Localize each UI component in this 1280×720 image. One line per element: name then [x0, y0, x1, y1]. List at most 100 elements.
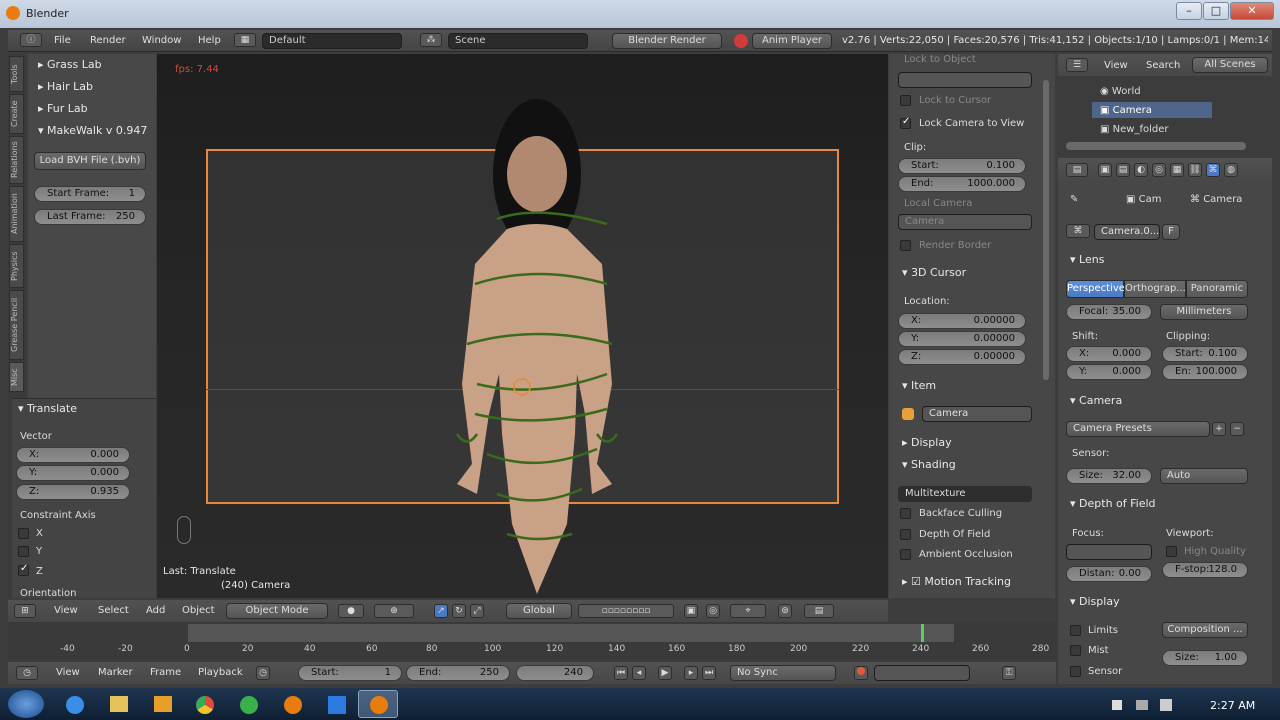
keying-set-field[interactable]: [874, 665, 970, 681]
outliner-editor-icon[interactable]: ☰: [1066, 58, 1088, 72]
orientation-select[interactable]: Global: [506, 603, 572, 619]
cursor-y-field[interactable]: Y: 0.00000: [898, 331, 1026, 347]
tray-icon[interactable]: [1112, 700, 1122, 710]
insert-key-icon[interactable]: ⚿: [1002, 666, 1016, 680]
sensor-checkbox[interactable]: [1070, 666, 1081, 677]
properties-editor-icon[interactable]: ▤: [1066, 163, 1088, 177]
high-quality-checkbox[interactable]: [1166, 546, 1177, 557]
tab-animation[interactable]: Animation: [9, 186, 24, 242]
scene-icon[interactable]: ⁂: [420, 33, 442, 47]
manipulator-icon[interactable]: ↗: [434, 604, 448, 618]
explorer-taskbar-icon[interactable]: [110, 696, 128, 712]
world-tab-icon[interactable]: ◎: [1152, 163, 1166, 177]
auto-key-icon[interactable]: [854, 666, 868, 680]
anim-player-button[interactable]: Anim Player: [752, 33, 832, 49]
prev-key-icon[interactable]: ◂: [632, 666, 646, 680]
clip-start-field[interactable]: Start: 0.100: [898, 158, 1026, 174]
jump-end-icon[interactable]: ⏭: [702, 666, 716, 680]
focus-distance-field[interactable]: Distan: 0.00: [1066, 566, 1152, 582]
fstop-field[interactable]: F-stop: 128.0: [1162, 562, 1248, 578]
dof-panel[interactable]: ▾ Depth of Field: [1070, 497, 1156, 510]
preview-range-icon[interactable]: ◷: [256, 666, 270, 680]
mist-checkbox[interactable]: [1070, 645, 1081, 656]
menu-object[interactable]: Object: [182, 605, 215, 616]
tab-grease-pencil[interactable]: Grease Pencil: [9, 290, 24, 360]
breadcrumb-camera[interactable]: ⌘ Camera: [1190, 194, 1242, 205]
sync-mode-select[interactable]: No Sync: [730, 665, 836, 681]
operator-title[interactable]: ▾ Translate: [18, 402, 77, 415]
shift-y-field[interactable]: Y: 0.000: [1066, 364, 1152, 380]
lock-camera-checkbox[interactable]: [900, 116, 911, 129]
proportional-icon[interactable]: ⊚: [778, 604, 792, 618]
vector-y-field[interactable]: Y: 0.000: [16, 465, 130, 481]
ie-taskbar-icon[interactable]: [66, 696, 84, 714]
pivot-icon[interactable]: ⊕: [374, 604, 414, 618]
start-button[interactable]: [8, 690, 44, 718]
physics-tab-icon[interactable]: ◍: [1224, 163, 1238, 177]
layers-grid[interactable]: ▫▫▫▫▫▫▫▫: [578, 604, 674, 618]
timeline-menu-marker[interactable]: Marker: [98, 667, 133, 678]
limits-checkbox[interactable]: [1070, 625, 1081, 636]
render-tab-icon[interactable]: ▣: [1098, 163, 1112, 177]
menu-add[interactable]: Add: [146, 605, 165, 616]
load-bvh-button[interactable]: Load BVH File (.bvh): [34, 152, 146, 170]
tab-create[interactable]: Create: [9, 94, 24, 134]
breadcrumb-object[interactable]: ▣ Cam: [1126, 194, 1162, 205]
view3d-editor-icon[interactable]: ⊞: [14, 604, 36, 618]
remove-preset-icon[interactable]: −: [1230, 422, 1244, 436]
rotate-icon[interactable]: ↻: [452, 604, 466, 618]
outliner-scope-select[interactable]: All Scenes: [1192, 57, 1268, 73]
menu-select[interactable]: Select: [98, 605, 129, 616]
panel-grass-lab[interactable]: ▸ Grass Lab: [38, 58, 102, 71]
shading-mode-select[interactable]: Multitexture: [898, 486, 1032, 502]
backface-culling-checkbox[interactable]: [900, 508, 911, 519]
depth-of-field-checkbox[interactable]: [900, 529, 911, 540]
composition-guides-select[interactable]: Composition ...: [1162, 622, 1248, 638]
constraint-x-checkbox[interactable]: [18, 528, 29, 539]
frame-start-field[interactable]: Start: 1: [298, 665, 402, 681]
media-taskbar-icon[interactable]: [154, 696, 172, 712]
tab-physics[interactable]: Physics: [9, 244, 24, 288]
shift-x-field[interactable]: X: 0.000: [1066, 346, 1152, 362]
camera-display-panel[interactable]: ▾ Display: [1070, 595, 1120, 608]
render-preview-icon[interactable]: ▤: [804, 604, 834, 618]
frame-end-field[interactable]: End: 250: [406, 665, 510, 681]
focus-object-field[interactable]: [1066, 544, 1152, 560]
lens-panel[interactable]: ▾ Lens: [1070, 253, 1104, 266]
outliner-menu-view[interactable]: View: [1104, 60, 1128, 71]
vector-x-field[interactable]: X: 0.000: [16, 447, 130, 463]
fake-user-button[interactable]: F: [1162, 224, 1180, 240]
lens-unit-select[interactable]: Millimeters: [1160, 304, 1248, 320]
jump-start-icon[interactable]: ⏮: [614, 666, 628, 680]
screen-layout-field[interactable]: Default: [262, 33, 402, 49]
render-engine-select[interactable]: Blender Render: [612, 33, 722, 49]
object-mode-select[interactable]: Object Mode: [226, 603, 328, 619]
item-name-field[interactable]: Camera: [922, 406, 1032, 422]
timeline-menu-frame[interactable]: Frame: [150, 667, 181, 678]
lock-object-field[interactable]: [898, 72, 1032, 88]
add-preset-icon[interactable]: +: [1212, 422, 1226, 436]
utorrent-taskbar-icon[interactable]: [240, 696, 258, 714]
cursor-x-field[interactable]: X: 0.00000: [898, 313, 1026, 329]
display-size-field[interactable]: Size: 1.00: [1162, 650, 1248, 666]
scene-field[interactable]: Scene: [448, 33, 588, 49]
blender-taskbar-button[interactable]: [358, 690, 398, 718]
scene-tab-icon[interactable]: ◐: [1134, 163, 1148, 177]
current-frame-marker[interactable]: [921, 624, 924, 642]
camera-data-tab-icon[interactable]: ⌘: [1206, 163, 1220, 177]
focal-length-field[interactable]: Focal: 35.00: [1066, 304, 1152, 320]
menu-window[interactable]: Window: [142, 35, 181, 46]
clip-end-prop-field[interactable]: En: 100.000: [1162, 364, 1248, 380]
volume-icon[interactable]: [1160, 699, 1172, 711]
outliner-scrollbar[interactable]: [1066, 142, 1246, 150]
panel-hair-lab[interactable]: ▸ Hair Lab: [38, 80, 93, 93]
maximize-button[interactable]: □: [1203, 2, 1229, 20]
constraint-z-checkbox[interactable]: [18, 563, 29, 576]
ambient-occlusion-checkbox[interactable]: [900, 549, 911, 560]
timeline[interactable]: -40 -20 0 20 40 60 80 100 120 140 160 18…: [8, 622, 1056, 660]
3d-cursor-panel[interactable]: ▾ 3D Cursor: [902, 266, 966, 279]
outliner-item-world[interactable]: ◉ World: [1100, 86, 1141, 97]
panel-makewalk[interactable]: ▾ MakeWalk v 0.947: [38, 124, 147, 137]
lens-panoramic-toggle[interactable]: Panoramic: [1186, 280, 1248, 298]
shading-panel[interactable]: ▾ Shading: [902, 458, 956, 471]
